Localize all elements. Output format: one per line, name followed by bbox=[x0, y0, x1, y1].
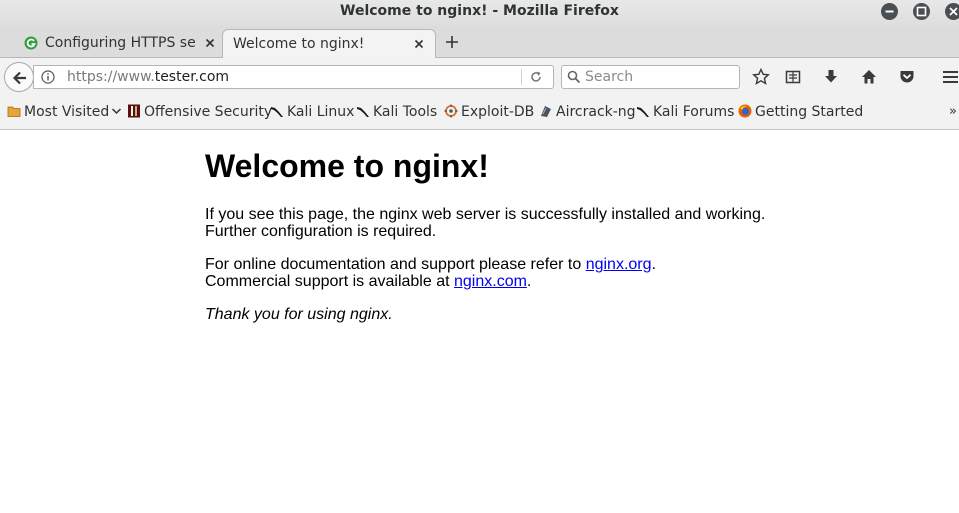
pocket-icon[interactable] bbox=[898, 68, 916, 86]
support-line-1: For online documentation and support ple… bbox=[205, 256, 586, 273]
bookmark-getting-started[interactable]: Getting Started bbox=[738, 104, 863, 122]
chevron-down-icon bbox=[112, 108, 122, 115]
tab-close-icon[interactable] bbox=[413, 38, 425, 50]
window-title: Welcome to nginx! - Mozilla Firefox bbox=[340, 3, 619, 19]
bookmark-label: Getting Started bbox=[755, 104, 864, 120]
window-titlebar: Welcome to nginx! - Mozilla Firefox bbox=[0, 0, 959, 26]
tab-welcome-nginx[interactable]: Welcome to nginx! bbox=[222, 29, 436, 58]
bookmark-exploit-db[interactable]: Exploit-DB bbox=[444, 104, 534, 122]
install-message: If you see this page, the nginx web serv… bbox=[205, 206, 805, 240]
reading-list-icon[interactable] bbox=[784, 68, 802, 86]
tab-label: Configuring HTTPS se... bbox=[45, 35, 197, 51]
hamburger-menu-icon[interactable] bbox=[941, 68, 959, 86]
install-line-1: If you see this page, the nginx web serv… bbox=[205, 206, 766, 223]
kali-dragon-icon bbox=[357, 107, 369, 117]
url-text[interactable]: https://www.tester.com bbox=[67, 69, 229, 85]
kali-dragon-icon bbox=[271, 107, 283, 117]
bookmark-kali-linux[interactable]: Kali Linux bbox=[270, 104, 354, 122]
minimize-icon bbox=[885, 10, 894, 13]
close-icon bbox=[949, 7, 958, 16]
url-bar[interactable]: https://www.tester.com bbox=[33, 65, 554, 89]
search-placeholder: Search bbox=[585, 69, 634, 85]
close-window-button[interactable] bbox=[945, 3, 959, 20]
bookmark-offensive-security[interactable]: Offensive Security bbox=[127, 104, 272, 122]
maximize-icon bbox=[916, 6, 927, 17]
bookmark-label: Kali Linux bbox=[287, 104, 355, 120]
kali-dragon-icon bbox=[637, 107, 649, 117]
thanks-text: Thank you for using nginx. bbox=[205, 306, 393, 323]
install-line-2: Further configuration is required. bbox=[205, 223, 437, 240]
firefox-icon bbox=[738, 104, 752, 118]
search-bar[interactable]: Search bbox=[561, 65, 740, 89]
download-arrow-icon[interactable] bbox=[822, 68, 840, 86]
bookmark-label: Kali Forums bbox=[653, 104, 735, 120]
reload-icon[interactable] bbox=[529, 70, 543, 84]
back-arrow-icon bbox=[12, 71, 26, 85]
bookmark-kali-tools[interactable]: Kali Tools bbox=[356, 104, 437, 122]
green-g-icon bbox=[24, 36, 38, 50]
period: . bbox=[651, 256, 656, 273]
bookmark-label: Offensive Security bbox=[144, 104, 273, 120]
tab-label: Welcome to nginx! bbox=[233, 36, 365, 52]
bookmark-aircrack-ng[interactable]: Aircrack-ng bbox=[539, 104, 636, 122]
maximize-button[interactable] bbox=[913, 3, 930, 20]
exploit-db-icon bbox=[444, 104, 458, 118]
tab-configuring-https[interactable]: Configuring HTTPS se... bbox=[14, 29, 226, 58]
home-icon[interactable] bbox=[860, 68, 878, 86]
tab-close-icon[interactable] bbox=[204, 37, 216, 49]
page-heading: Welcome to nginx! bbox=[205, 148, 489, 184]
aircrack-icon bbox=[541, 106, 551, 117]
back-button[interactable] bbox=[4, 62, 34, 92]
bookmark-label: Most Visited bbox=[24, 104, 110, 120]
minimize-button[interactable] bbox=[881, 3, 898, 20]
navigation-toolbar: https://www.tester.com Search bbox=[0, 58, 959, 96]
bookmark-kali-forums[interactable]: Kali Forums bbox=[636, 104, 734, 122]
bookmark-label: Kali Tools bbox=[373, 104, 438, 120]
nginx-com-link[interactable]: nginx.com bbox=[454, 273, 527, 290]
bookmarks-overflow-chevron-icon[interactable]: » bbox=[949, 104, 957, 119]
folder-icon bbox=[7, 106, 21, 117]
nginx-org-link[interactable]: nginx.org bbox=[586, 256, 652, 273]
nginx-welcome-page: Welcome to nginx! If you see this page, … bbox=[205, 130, 805, 339]
support-line-2: Commercial support is available at bbox=[205, 273, 454, 290]
bookmark-label: Exploit-DB bbox=[461, 104, 535, 120]
bookmark-most-visited[interactable]: Most Visited bbox=[7, 104, 122, 122]
bookmark-label: Aircrack-ng bbox=[556, 104, 636, 120]
tab-strip: Configuring HTTPS se... Welcome to nginx… bbox=[0, 26, 959, 58]
bookmark-star-icon[interactable] bbox=[752, 68, 770, 86]
url-scheme: https://www. bbox=[67, 69, 155, 85]
site-info-icon[interactable] bbox=[41, 70, 55, 84]
page-viewport: Welcome to nginx! If you see this page, … bbox=[0, 130, 959, 513]
url-bar-separator bbox=[521, 69, 522, 85]
support-message: For online documentation and support ple… bbox=[205, 256, 805, 290]
bookmarks-toolbar: Most Visited Offensive Security Kali Lin… bbox=[0, 96, 959, 130]
new-tab-icon[interactable] bbox=[444, 34, 460, 50]
search-icon bbox=[567, 70, 581, 84]
url-host: tester.com bbox=[154, 69, 230, 85]
offsec-icon bbox=[128, 104, 140, 118]
thanks-message: Thank you for using nginx. bbox=[205, 306, 805, 323]
period: . bbox=[526, 273, 532, 290]
